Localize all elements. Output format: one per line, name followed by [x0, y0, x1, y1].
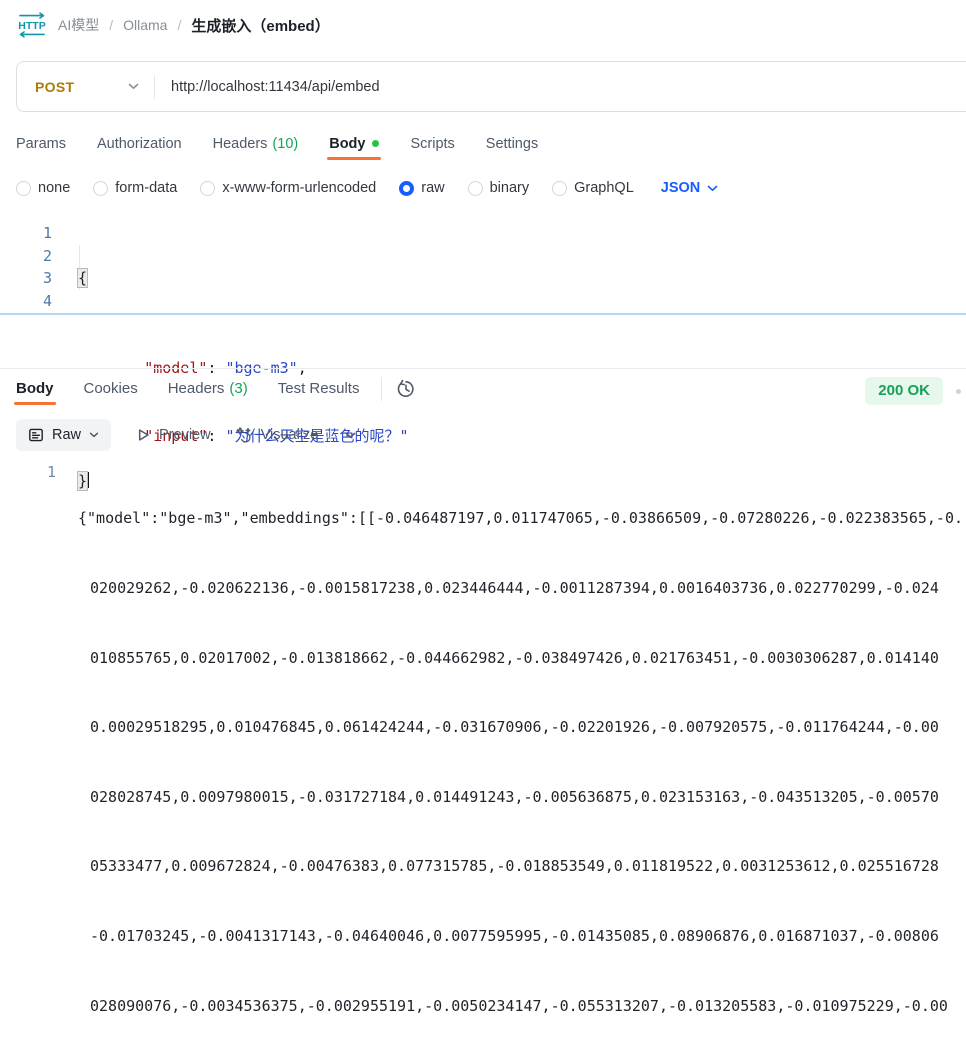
preview-button-label: Preview: [159, 427, 211, 443]
tab-settings[interactable]: Settings: [486, 127, 538, 160]
response-line: 05333477,0.009672824,-0.00476383,0.07731…: [78, 855, 963, 878]
radio-icon: [200, 181, 215, 196]
play-icon: [135, 427, 151, 443]
response-line: 020029262,-0.020622136,-0.0015817238,0.0…: [78, 577, 963, 600]
tab-headers[interactable]: Headers (10): [213, 127, 299, 160]
visualize-button[interactable]: Visualize: [235, 426, 319, 444]
language-select[interactable]: JSON: [661, 180, 719, 196]
body-type-selector: none form-data x-www-form-urlencoded raw…: [16, 173, 718, 203]
response-tabs: Body Cookies Headers (3) Test Results: [16, 372, 416, 405]
body-type-form-data[interactable]: form-data: [93, 180, 177, 196]
response-line: -0.01703245,-0.0041317143,-0.04640046,0.…: [78, 925, 963, 948]
method-label: POST: [35, 79, 74, 95]
radio-label: x-www-form-urlencoded: [222, 180, 376, 196]
editor-bottom-divider: [0, 313, 966, 315]
radio-label: raw: [421, 180, 444, 196]
divider: [330, 428, 331, 443]
tab-headers-label: Headers: [213, 136, 268, 152]
response-tab-test-results[interactable]: Test Results: [278, 372, 360, 405]
body-type-raw[interactable]: raw: [399, 180, 444, 196]
radio-icon: [93, 181, 108, 196]
status-separator-dot: [956, 389, 961, 394]
tab-scripts[interactable]: Scripts: [410, 127, 454, 160]
response-body-viewer[interactable]: 1 {"model":"bge-m3","embeddings":[[-0.04…: [0, 461, 966, 632]
preview-button[interactable]: Preview: [135, 427, 211, 443]
section-divider: [0, 368, 966, 369]
breadcrumb: HTTP AI模型 / Ollama / 生成嵌入（embed）: [16, 9, 330, 41]
tab-params[interactable]: Params: [16, 127, 66, 160]
body-type-binary[interactable]: binary: [468, 180, 530, 196]
tab-label: Headers: [168, 380, 225, 397]
response-toolbar: Raw Preview Visualize: [16, 419, 356, 451]
response-line-number: 1: [0, 461, 56, 484]
response-tab-cookies[interactable]: Cookies: [84, 372, 138, 405]
breadcrumb-item-folder[interactable]: AI模型: [58, 15, 99, 35]
body-type-graphql[interactable]: GraphQL: [552, 180, 634, 196]
chevron-down-icon: [128, 83, 139, 90]
magic-sparkle-icon: [235, 426, 253, 444]
divider: [381, 377, 382, 401]
body-type-urlencoded[interactable]: x-www-form-urlencoded: [200, 180, 376, 196]
raw-view-button[interactable]: Raw: [16, 419, 111, 451]
tab-body-label: Body: [329, 136, 365, 152]
chevron-down-icon: [89, 432, 99, 438]
body-type-none[interactable]: none: [16, 180, 70, 196]
response-line: 010855765,0.02017002,-0.013818662,-0.044…: [78, 647, 963, 670]
open-brace: {: [78, 269, 87, 287]
tab-body[interactable]: Body: [329, 127, 379, 160]
editor-line-numbers: 1 2 3 4: [0, 222, 52, 312]
headers-count-badge: (10): [272, 136, 298, 152]
response-headers-count-badge: (3): [229, 380, 247, 397]
history-icon[interactable]: [396, 379, 416, 399]
request-tabs: Params Authorization Headers (10) Body S…: [16, 127, 538, 160]
radio-label: form-data: [115, 180, 177, 196]
response-line: 028028745,0.0097980015,-0.031727184,0.01…: [78, 786, 963, 809]
chevron-down-icon: [707, 185, 718, 192]
response-tabs-extra: [381, 377, 416, 401]
svg-text:HTTP: HTTP: [18, 20, 45, 32]
radio-label: GraphQL: [574, 180, 634, 196]
radio-icon: [552, 181, 567, 196]
response-line: {"model":"bge-m3","embeddings":[[-0.0464…: [78, 507, 963, 530]
radio-label: binary: [490, 180, 530, 196]
response-tab-headers[interactable]: Headers (3): [168, 372, 248, 405]
request-url-bar: POST http://localhost:11434/api/embed: [16, 61, 966, 112]
active-tab-underline: [327, 157, 381, 160]
divider: [154, 75, 155, 99]
breadcrumb-separator: /: [109, 17, 113, 33]
request-body-editor[interactable]: 1 2 3 4 { "model": "bge-m3", "input": "为…: [0, 221, 966, 313]
radio-icon: [16, 181, 31, 196]
tab-authorization[interactable]: Authorization: [97, 127, 182, 160]
chevron-down-icon[interactable]: [345, 432, 356, 439]
response-json-text: {"model":"bge-m3","embeddings":[[-0.0464…: [78, 461, 963, 1064]
response-tab-body[interactable]: Body: [16, 372, 54, 405]
response-line: 028090076,-0.0034536375,-0.002955191,-0.…: [78, 995, 963, 1018]
tab-label: Body: [16, 380, 54, 397]
visualize-button-label: Visualize: [261, 427, 319, 443]
http-protocol-icon: HTTP: [16, 11, 48, 39]
method-select[interactable]: POST: [17, 62, 154, 111]
url-input[interactable]: http://localhost:11434/api/embed: [171, 79, 380, 95]
radio-icon: [468, 181, 483, 196]
raw-text-icon: [28, 427, 44, 443]
language-label: JSON: [661, 180, 701, 196]
raw-button-label: Raw: [52, 427, 81, 443]
breadcrumb-separator: /: [177, 17, 181, 33]
status-badge: 200 OK: [865, 377, 943, 405]
radio-checked-icon: [399, 181, 414, 196]
body-modified-dot: [372, 140, 379, 147]
radio-label: none: [38, 180, 70, 196]
breadcrumb-current-page: 生成嵌入（embed）: [191, 15, 329, 36]
response-line: 0.00029518295,0.010476845,0.061424244,-0…: [78, 716, 963, 739]
breadcrumb-item-subfolder[interactable]: Ollama: [123, 17, 167, 33]
active-tab-underline: [14, 402, 56, 405]
